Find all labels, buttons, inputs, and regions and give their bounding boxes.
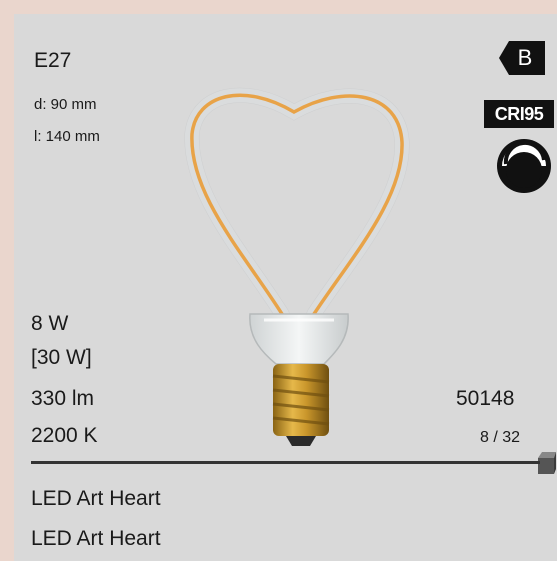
divider [31,461,540,464]
power: 8 W [31,312,69,335]
packaging-units: 8 / 32 [480,429,521,446]
article-number: 50148 [456,387,515,410]
base-type: E27 [34,49,72,72]
glass-heart [184,88,410,321]
product-name-1: LED Art Heart [31,487,161,510]
color-temperature: 2200 K [31,424,98,447]
equivalent-power: [30 W] [31,346,92,369]
screw-base [273,364,329,436]
product-name-2: LED Art Heart [31,527,161,550]
dimmable-icon [497,139,551,193]
product-card: E27 d: 90 mm l: 140 mm 8 W [30 W] 330 lm… [14,14,557,561]
energy-class-label: B [517,45,533,70]
filament [190,93,404,316]
length: l: 140 mm [34,128,100,145]
cri-badge: CRI95 [484,100,554,128]
energy-class-badge: B [499,41,545,75]
lumen: 330 lm [31,387,95,410]
diameter: d: 90 mm [34,96,97,113]
